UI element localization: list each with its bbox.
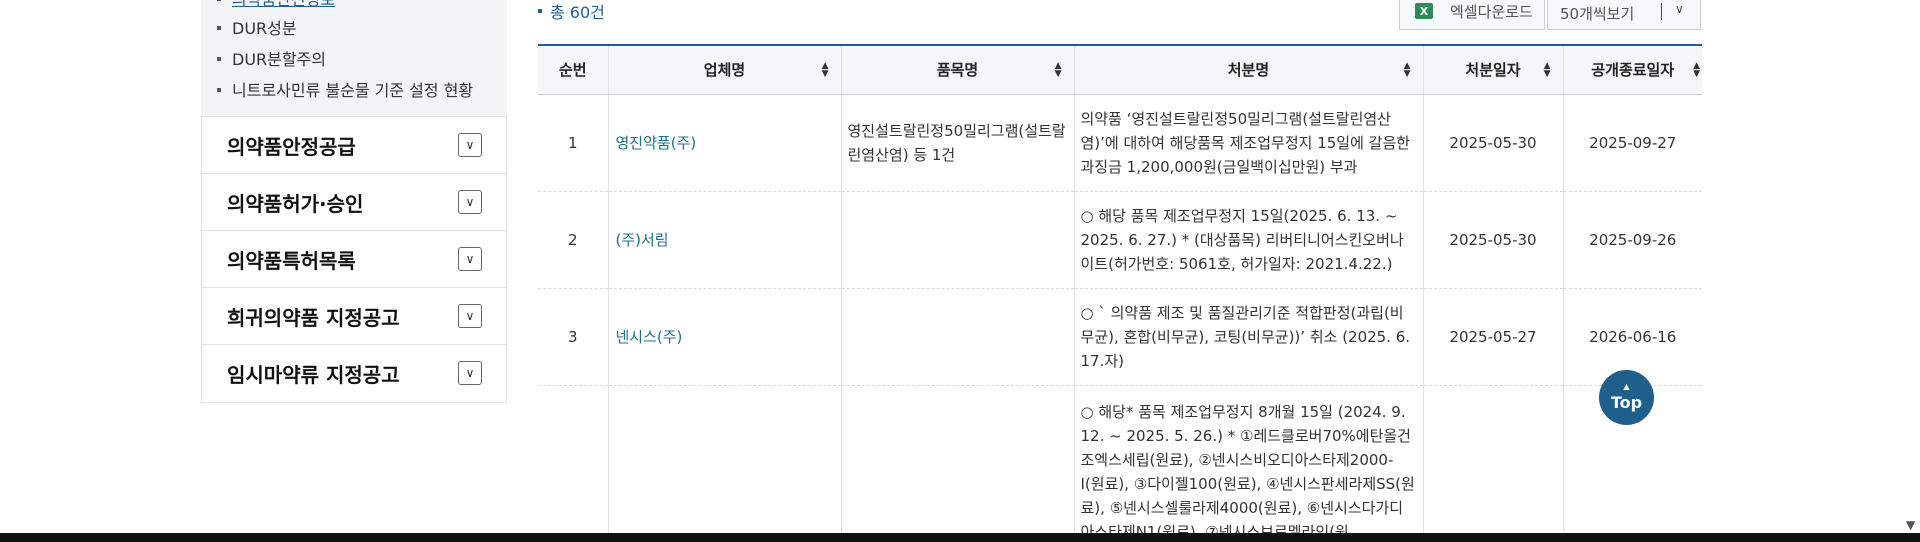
sidebar-menu-label: 의약품안정공급 (227, 134, 356, 159)
sidebar-sub-item[interactable]: DUR성분 (217, 15, 297, 39)
sort-icon[interactable]: ▲ ▼ (1055, 61, 1062, 78)
sidebar-menu-item[interactable]: 의약품안정공급 ∨ (202, 116, 506, 173)
sidebar-menu-item[interactable]: 임시마약류 지정공고 ∨ (202, 344, 506, 401)
sidebar-menu-item[interactable]: 의약품허가·승인 ∨ (202, 173, 506, 230)
cell-date (1423, 385, 1564, 542)
header-label: 품목명 (936, 61, 979, 80)
excel-download-label: 엑셀다운로드 (1450, 2, 1533, 21)
sidebar-sub-item[interactable]: 의약품안전정보 (217, 0, 335, 10)
sidebar-menu-label: 임시마약류 지정공고 (227, 362, 400, 387)
per-page-value: 50개씩보기 (1560, 5, 1635, 23)
sidebar-sub-item-label: 의약품안전정보 (232, 0, 335, 10)
sort-icon[interactable]: ▲ ▼ (1404, 61, 1411, 78)
disposition-table: 순번 업체명 ▲ ▼ 품목명 ▲ ▼ 처분명 ▲ ▼ 처분일자 ▲ ▼ 공개종료일자 ▲ ▼ 1 영… (538, 44, 1702, 542)
cell-no: 3 (538, 288, 609, 386)
cell-product (841, 191, 1075, 289)
bullet-icon (217, 26, 221, 30)
header-company: 업체명 ▲ ▼ (608, 44, 842, 95)
cell-company-link[interactable]: (주)서림 (608, 191, 842, 289)
sort-icon[interactable]: ▲ ▼ (1544, 61, 1551, 78)
sidebar: 의약품안전정보 DUR성분 DUR분할주의 니트로사민류 불순물 기준 설정 현… (201, 0, 507, 403)
sidebar-menu-item[interactable]: 의약품특허목록 ∨ (202, 230, 506, 287)
chevron-down-icon[interactable]: ∨ (458, 190, 482, 214)
cell-product (841, 385, 1075, 542)
header-label: 처분일자 (1465, 61, 1521, 80)
header-label: 순번 (558, 61, 587, 80)
bullet-icon (217, 0, 221, 1)
sidebar-sub-item-label: DUR성분 (232, 19, 297, 38)
cell-action: ○ ` 의약품 제조 및 품질관리기준 적합판정(과립(비무균), 혼합(비무균… (1074, 288, 1424, 386)
sidebar-sub-item-label: 니트로사민류 불순물 기준 설정 현황 (232, 81, 474, 100)
scroll-top-button[interactable]: ▲ Top (1599, 370, 1654, 425)
cell-no: 1 (538, 94, 609, 192)
scroll-down-arrow-icon[interactable]: ▼ (1906, 518, 1915, 532)
header-label: 처분명 (1227, 61, 1270, 80)
header-date: 처분일자 ▲ ▼ (1423, 44, 1564, 95)
total-count: 총 60건 (538, 0, 605, 22)
sort-icon[interactable]: ▲ ▼ (822, 61, 829, 78)
table-row[interactable]: 3 넨시스(주) ○ ` 의약품 제조 및 품질관리기준 적합판정(과립(비무균… (538, 288, 1702, 386)
header-action: 처분명 ▲ ▼ (1074, 44, 1424, 95)
header-product: 품목명 ▲ ▼ (841, 44, 1075, 95)
cell-company-link[interactable]: 영진약품(주) (608, 94, 842, 192)
header-no: 순번 (538, 44, 609, 95)
chevron-down-icon[interactable]: ∨ (458, 247, 482, 271)
chevron-down-icon[interactable]: ∨ (458, 133, 482, 157)
bullet-icon (538, 9, 542, 13)
cell-company-link[interactable]: 넨시스(주) (608, 288, 842, 386)
header-label: 공개종료일자 (1591, 61, 1675, 80)
cell-action: ○ 해당* 품목 제조업무정지 8개월 15일 (2024. 9. 12. ~ … (1074, 385, 1424, 542)
cell-no (538, 385, 609, 542)
sidebar-sub-item[interactable]: 니트로사민류 불순물 기준 설정 현황 (217, 77, 473, 101)
table-row[interactable]: ○ 해당* 품목 제조업무정지 8개월 15일 (2024. 9. 12. ~ … (538, 385, 1702, 542)
cell-date: 2025-05-27 (1423, 288, 1564, 386)
cell-action: ○ 해당 품목 제조업무정지 15일(2025. 6. 13. ~ 2025. … (1074, 191, 1424, 289)
sidebar-sub-list: 의약품안전정보 DUR성분 DUR분할주의 니트로사민류 불순물 기준 설정 현… (201, 0, 507, 116)
sidebar-menu-label: 의약품허가·승인 (227, 191, 364, 216)
cell-action: 의약품 ‘영진설트랄린정50밀리그램(설트랄린염산염)’에 대하여 해당품목 제… (1074, 94, 1424, 192)
divider (1661, 3, 1662, 20)
table-row[interactable]: 1 영진약품(주) 영진설트랄린정50밀리그램(설트랄린염산염) 등 1건 의약… (538, 94, 1702, 192)
cell-date: 2025-05-30 (1423, 94, 1564, 192)
cell-company-link[interactable] (608, 385, 842, 542)
cell-date: 2025-05-30 (1423, 191, 1564, 289)
table-header-row: 순번 업체명 ▲ ▼ 품목명 ▲ ▼ 처분명 ▲ ▼ 처분일자 ▲ ▼ 공개종료일자 ▲ ▼ (538, 44, 1702, 95)
cell-end-date: 2025-09-26 (1563, 191, 1702, 289)
chevron-down-icon: ∨ (1675, 2, 1684, 16)
cell-product: 영진설트랄린정50밀리그램(설트랄린염산염) 등 1건 (841, 94, 1075, 192)
excel-download-button[interactable]: X 엑셀다운로드 (1399, 0, 1545, 30)
sidebar-menu-label: 의약품특허목록 (227, 248, 356, 273)
sidebar-sub-item-label: DUR분할주의 (232, 50, 327, 69)
total-count-label: 총 60건 (550, 3, 605, 22)
bottom-bar (0, 533, 1920, 542)
table-row[interactable]: 2 (주)서림 ○ 해당 품목 제조업무정지 15일(2025. 6. 13. … (538, 191, 1702, 289)
sidebar-sub-item[interactable]: DUR분할주의 (217, 46, 326, 70)
cell-no: 2 (538, 191, 609, 289)
per-page-select[interactable]: 50개씩보기 ∨ (1547, 0, 1701, 30)
header-label: 업체명 (703, 61, 746, 80)
excel-icon: X (1415, 3, 1433, 19)
sidebar-menu: 의약품안정공급 ∨ 의약품허가·승인 ∨ 의약품특허목록 ∨ 희귀의약품 지정공… (201, 116, 507, 403)
chevron-down-icon[interactable]: ∨ (458, 361, 482, 385)
cell-product (841, 288, 1075, 386)
sidebar-menu-label: 희귀의약품 지정공고 (227, 305, 400, 330)
sort-icon[interactable]: ▲ ▼ (1693, 61, 1700, 78)
chevron-down-icon[interactable]: ∨ (458, 304, 482, 328)
bullet-icon (217, 88, 221, 92)
sidebar-menu-item[interactable]: 희귀의약품 지정공고 ∨ (202, 287, 506, 344)
bullet-icon (217, 57, 221, 61)
arrow-up-icon: ▲ (1623, 382, 1630, 391)
cell-end-date: 2025-09-27 (1563, 94, 1702, 192)
scroll-top-label: Top (1610, 393, 1643, 412)
header-end-date: 공개종료일자 ▲ ▼ (1563, 44, 1702, 95)
